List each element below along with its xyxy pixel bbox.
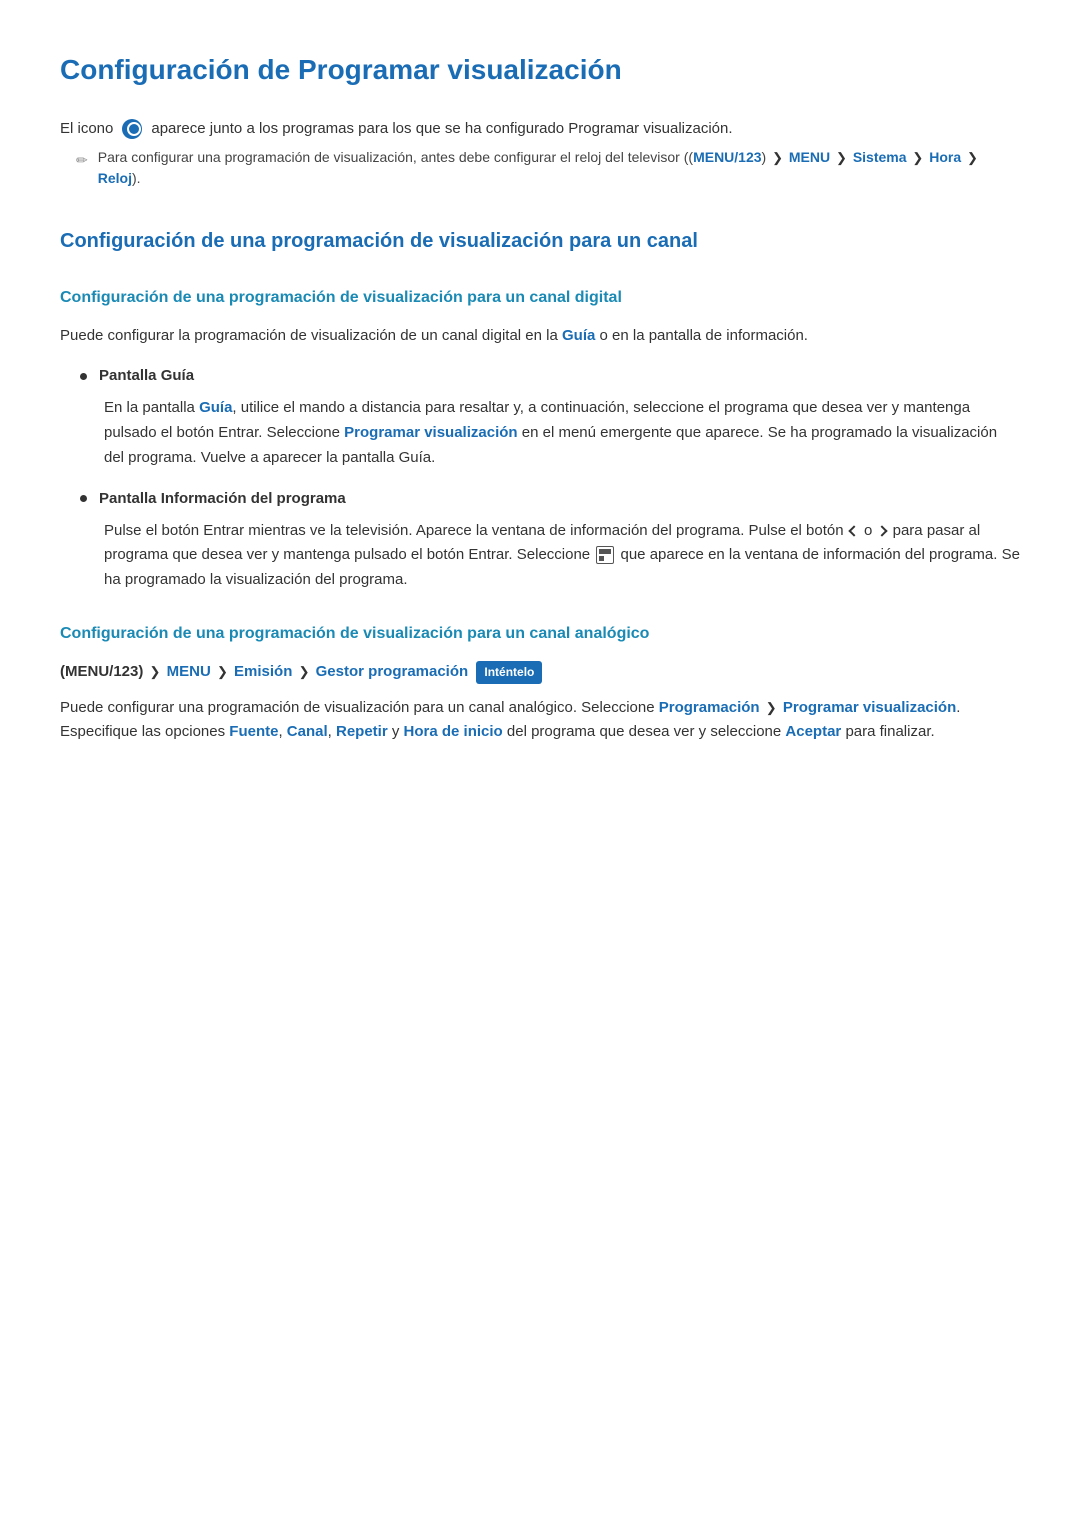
nav-chevron-2: ❯ <box>217 662 228 683</box>
section1-title: Configuración de una programación de vis… <box>60 225 1020 257</box>
pencil-icon: ✏ <box>76 149 88 171</box>
intro-text-before: El icono <box>60 117 113 141</box>
gestor-nav-link[interactable]: Gestor programación <box>316 663 469 680</box>
bullet-pantalla-info: Pantalla Información del programa Pulse … <box>80 487 1020 593</box>
canal-link[interactable]: Canal <box>287 723 328 740</box>
digital-intro: Puede configurar la programación de visu… <box>60 324 1020 348</box>
bullet-content-info: Pulse el botón Entrar mientras ve la tel… <box>80 519 1020 593</box>
right-chevron-icon <box>877 525 888 536</box>
repetir-link[interactable]: Repetir <box>336 723 388 740</box>
bullet-dot-1 <box>80 373 87 380</box>
programacion-link[interactable]: Programación <box>659 699 760 716</box>
hora-inicio-link[interactable]: Hora de inicio <box>404 723 503 740</box>
calendar-icon <box>596 546 614 564</box>
programar-vis-analog-link[interactable]: Programar visualización <box>783 699 956 716</box>
aceptar-link[interactable]: Aceptar <box>785 723 841 740</box>
note-line: ✏ Para configurar una programación de vi… <box>60 147 1020 189</box>
bullet-pantalla-guia: Pantalla Guía En la pantalla Guía, utili… <box>80 364 1020 470</box>
bullet-content-guia: En la pantalla Guía, utilice el mando a … <box>80 396 1020 470</box>
bullet-title-info: Pantalla Información del programa <box>80 487 1020 511</box>
note-text: Para configurar una programación de visu… <box>98 147 1020 189</box>
emision-nav-link[interactable]: Emisión <box>234 663 292 680</box>
left-chevron-icon <box>848 525 859 536</box>
guia-link[interactable]: Guía <box>562 327 595 344</box>
nav-chevron-1: ❯ <box>150 662 161 683</box>
content-chevron: ❯ <box>766 698 777 719</box>
guia-inline-link[interactable]: Guía <box>199 399 232 416</box>
menu123-nav: (MENU/123) <box>60 663 143 680</box>
page-title: Configuración de Programar visualización <box>60 48 1020 93</box>
menu-link[interactable]: MENU <box>789 149 830 165</box>
subsection-analog-title: Configuración de una programación de vis… <box>60 621 1020 647</box>
sistema-link[interactable]: Sistema <box>853 149 907 165</box>
bullet-title-guia: Pantalla Guía <box>80 364 1020 388</box>
reloj-link[interactable]: Reloj <box>98 170 132 186</box>
programar-icon <box>122 119 142 139</box>
try-it-badge[interactable]: Inténtelo <box>476 661 542 684</box>
nav-chevron-3: ❯ <box>299 662 310 683</box>
intro-text-after: aparece junto a los programas para los q… <box>151 117 732 141</box>
bullet-dot-2 <box>80 495 87 502</box>
hora-link[interactable]: Hora <box>929 149 961 165</box>
programar-vis-link[interactable]: Programar visualización <box>344 424 517 441</box>
analog-content: Puede configurar una programación de vis… <box>60 696 1020 744</box>
menu123-link[interactable]: MENU/123 <box>693 149 761 165</box>
analog-menu-nav: (MENU/123) ❯ MENU ❯ Emisión ❯ Gestor pro… <box>60 660 1020 684</box>
menu-nav-link[interactable]: MENU <box>167 663 211 680</box>
intro-section: El icono aparece junto a los programas p… <box>60 117 1020 189</box>
subsection-digital-title: Configuración de una programación de vis… <box>60 285 1020 311</box>
fuente-link[interactable]: Fuente <box>229 723 278 740</box>
intro-line: El icono aparece junto a los programas p… <box>60 117 1020 141</box>
